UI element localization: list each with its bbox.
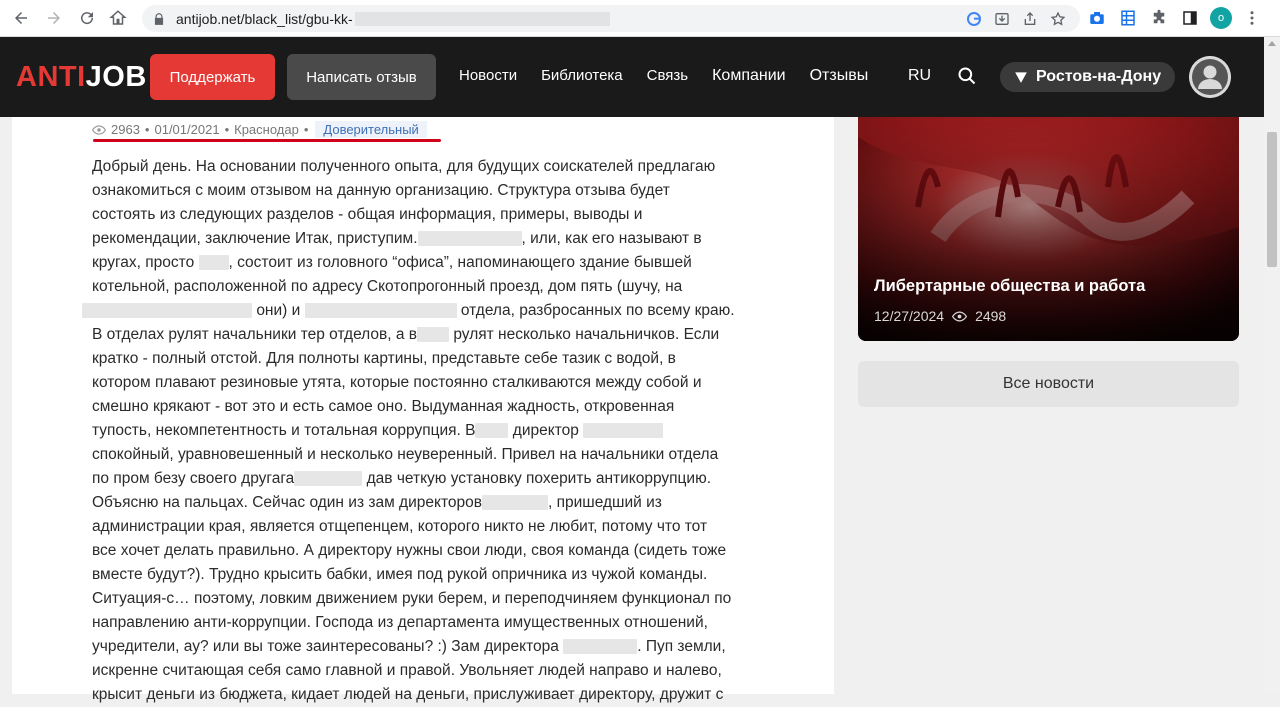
redacted-text bbox=[475, 423, 509, 439]
redacted-text bbox=[417, 231, 522, 247]
share-icon[interactable] bbox=[1020, 10, 1040, 28]
home-icon[interactable] bbox=[103, 3, 133, 33]
main-menu: Новости Библиотека Связь Компании Отзывы bbox=[459, 67, 892, 85]
redacted-text bbox=[481, 495, 548, 511]
text-line: Объясню на пальцах. Сейчас один из зам д… bbox=[92, 494, 482, 511]
meta-separator: • bbox=[303, 122, 309, 137]
news-card[interactable]: Либертарные общества и работа 12/27/2024… bbox=[858, 117, 1239, 341]
menu-item-companies[interactable]: Компании bbox=[712, 67, 786, 85]
text-line: рулят несколько начальничков. Если bbox=[453, 326, 720, 343]
sheets-extension-icon[interactable] bbox=[1117, 7, 1139, 29]
bookmark-star-icon[interactable] bbox=[1048, 10, 1068, 28]
extensions-puzzle-icon[interactable] bbox=[1148, 7, 1170, 29]
text-line: Ситуация-с… поэтому, ловким движением ру… bbox=[92, 590, 732, 607]
language-switch[interactable]: RU bbox=[908, 67, 931, 85]
text-line: отдела, разбросанных по всему краю. bbox=[460, 302, 735, 319]
menu-item-news[interactable]: Новости bbox=[459, 67, 517, 85]
text-line: искренне считающая себя само главной и п… bbox=[92, 662, 722, 679]
text-line: кругах, просто bbox=[92, 254, 195, 271]
eye-icon bbox=[92, 124, 106, 135]
text-line: . Пуп земли, bbox=[637, 638, 726, 655]
review-date: 01/01/2021 bbox=[154, 122, 220, 137]
redacted-text bbox=[82, 303, 252, 319]
text-line: , пришедший из bbox=[547, 494, 662, 511]
location-arrow-icon bbox=[1015, 72, 1027, 83]
redacted-text bbox=[304, 303, 457, 319]
text-line: В отделах рулят начальники тер отделов, … bbox=[92, 326, 418, 343]
back-icon[interactable] bbox=[6, 3, 36, 33]
text-line: они) и bbox=[256, 302, 301, 319]
install-icon[interactable] bbox=[992, 10, 1012, 28]
review-article: 2963 • 01/01/2021 • Краснодар • Доверите… bbox=[12, 117, 834, 703]
text-line: Добрый день. На основании полученного оп… bbox=[92, 158, 716, 175]
support-button[interactable]: Поддержать bbox=[150, 54, 275, 100]
text-line: крысит деньги из бюджета, кидает людей н… bbox=[92, 686, 724, 703]
text-line: директор bbox=[512, 422, 579, 439]
reload-icon[interactable] bbox=[72, 3, 102, 33]
url-text: antijob.net/black_list/gbu-kk- bbox=[176, 10, 353, 27]
news-date: 12/27/2024 bbox=[874, 308, 945, 324]
review-city: Краснодар bbox=[234, 122, 299, 137]
camera-extension-icon[interactable] bbox=[1086, 7, 1108, 29]
google-translate-icon[interactable] bbox=[964, 10, 984, 28]
text-line: все хочет делать правильно. А директору … bbox=[92, 542, 727, 559]
page-scrollbar[interactable] bbox=[1264, 37, 1280, 694]
text-line: состоять из следующих разделов - общая и… bbox=[92, 206, 643, 223]
text-line: рекомендации, заключение Итак, приступим… bbox=[92, 230, 418, 247]
text-line: , или, как его называют в bbox=[521, 230, 702, 247]
redacted-url-part bbox=[354, 11, 610, 26]
news-views: 2498 bbox=[975, 308, 1007, 324]
text-line: администрации края, является отщепенцем,… bbox=[92, 518, 708, 535]
menu-item-reviews[interactable]: Отзывы bbox=[810, 67, 869, 85]
text-line: направлению анти-коррупции. Господа из д… bbox=[92, 614, 708, 631]
text-line: , состоит из головного “офиса”, напомина… bbox=[228, 254, 692, 271]
all-news-button[interactable]: Все новости bbox=[858, 361, 1239, 407]
menu-item-contact[interactable]: Связь bbox=[647, 67, 688, 85]
scroll-up-arrow-icon[interactable] bbox=[1268, 41, 1276, 46]
meta-separator: • bbox=[224, 122, 230, 137]
text-line: спокойный, уравновешенный и несколько не… bbox=[92, 446, 719, 463]
text-line: котором плавают резиновые утята, которые… bbox=[92, 374, 702, 391]
text-line: ознакомиться с моим отзывом на данную ор… bbox=[92, 182, 670, 199]
text-line: кратко - полный отстой. Для полноты карт… bbox=[92, 350, 676, 367]
redacted-text bbox=[583, 423, 664, 439]
user-avatar[interactable] bbox=[1189, 56, 1231, 98]
news-meta: 12/27/2024 2498 bbox=[874, 308, 1006, 324]
trust-badge[interactable]: Доверительный bbox=[315, 121, 427, 138]
redacted-text bbox=[198, 255, 229, 271]
review-body: Добрый день. На основании полученного оп… bbox=[82, 155, 760, 707]
text-line: котельной, расположенной по адресу Ското… bbox=[92, 278, 683, 295]
news-title[interactable]: Либертарные общества и работа bbox=[874, 277, 1145, 296]
text-line: дав четкую установку похерить антикорруп… bbox=[366, 470, 712, 487]
redacted-text bbox=[294, 471, 363, 487]
more-menu-icon[interactable] bbox=[1241, 7, 1263, 29]
search-icon[interactable] bbox=[957, 66, 977, 86]
text-line: по пром безу своего другага bbox=[92, 470, 295, 487]
text-line: смешно крякают - вот это и есть самое он… bbox=[92, 398, 675, 415]
site-logo[interactable]: ANTIJOB bbox=[16, 61, 147, 94]
text-line: учредители, ау? или вы тоже заинтересова… bbox=[92, 638, 559, 655]
address-bar[interactable]: antijob.net/black_list/gbu-kk- bbox=[142, 5, 1080, 32]
city-selector[interactable]: Ростов-на-Дону bbox=[1000, 62, 1175, 92]
side-panel-icon[interactable] bbox=[1179, 7, 1201, 29]
profile-avatar[interactable]: o bbox=[1210, 7, 1232, 29]
meta-separator: • bbox=[144, 122, 150, 137]
redacted-text bbox=[417, 327, 450, 343]
meta-underline bbox=[93, 139, 441, 142]
view-count: 2963 bbox=[111, 122, 140, 137]
city-name: Ростов-на-Дону bbox=[1036, 68, 1162, 85]
eye-icon bbox=[952, 310, 968, 322]
text-line: тупость, некомпетентность и тотальная ко… bbox=[92, 422, 476, 439]
browser-toolbar: antijob.net/black_list/gbu-kk- o bbox=[0, 0, 1280, 37]
scroll-thumb[interactable] bbox=[1267, 132, 1277, 267]
review-meta: 2963 • 01/01/2021 • Краснодар • Доверите… bbox=[92, 121, 427, 138]
lock-icon bbox=[154, 12, 164, 25]
redacted-text bbox=[563, 639, 638, 655]
site-header: ANTIJOB Поддержать Написать отзыв Новост… bbox=[0, 37, 1264, 117]
text-line: вместе будут?). Трудно крысить бабки, им… bbox=[92, 566, 708, 583]
menu-item-library[interactable]: Библиотека bbox=[541, 67, 623, 85]
forward-icon[interactable] bbox=[39, 3, 69, 33]
write-review-button[interactable]: Написать отзыв bbox=[287, 54, 436, 100]
